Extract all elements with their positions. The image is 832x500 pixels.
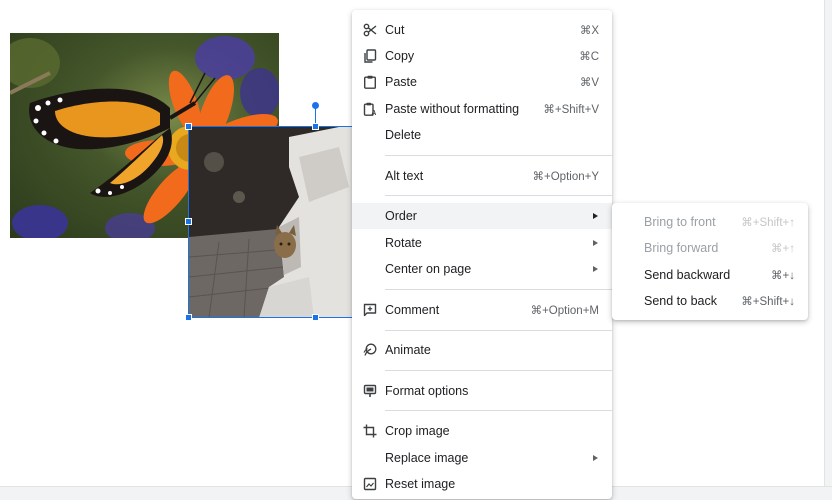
slide-edge xyxy=(824,0,832,486)
submenu-item-send-to-back[interactable]: Send to back ⌘+Shift+↓ xyxy=(612,288,808,314)
menu-item-label: Reset image xyxy=(385,477,456,491)
crop-icon xyxy=(362,423,378,439)
menu-item-label: Animate xyxy=(385,343,431,357)
cat-image[interactable] xyxy=(189,127,355,318)
paste-plain-icon: A xyxy=(362,101,378,117)
menu-item-shortcut: ⌘+Option+M xyxy=(530,305,599,317)
menu-item-label: Center on page xyxy=(385,262,472,276)
menu-item-label: Delete xyxy=(385,128,422,142)
submenu-item-label: Send to back xyxy=(644,294,717,308)
menu-item-center-on-page[interactable]: Center on page xyxy=(352,256,612,282)
menu-item-shortcut: ⌘+Option+Y xyxy=(532,171,599,183)
menu-separator xyxy=(385,330,612,331)
resize-handle-bottom[interactable] xyxy=(312,314,319,321)
menu-item-animate[interactable]: Animate xyxy=(352,337,612,363)
menu-item-reset-image[interactable]: Reset image xyxy=(352,471,612,497)
menu-item-label: Rotate xyxy=(385,236,422,250)
menu-item-replace-image[interactable]: Replace image xyxy=(352,445,612,471)
format-options-icon xyxy=(362,383,378,399)
resize-handle-bottom-left[interactable] xyxy=(185,314,192,321)
menu-item-copy[interactable]: Copy ⌘C xyxy=(352,43,612,69)
svg-text:A: A xyxy=(371,110,376,116)
menu-item-shortcut: ⌘X xyxy=(579,25,599,37)
menu-separator xyxy=(385,370,612,371)
order-submenu: Bring to front ⌘+Shift+↑ Bring forward ⌘… xyxy=(612,203,808,320)
submenu-item-shortcut: ⌘+Shift+↓ xyxy=(741,296,795,308)
menu-item-label: Replace image xyxy=(385,451,469,465)
menu-item-label: Alt text xyxy=(385,169,424,183)
clipboard-icon xyxy=(362,74,378,90)
menu-item-label: Crop image xyxy=(385,424,450,438)
menu-item-shortcut: ⌘+Shift+V xyxy=(543,104,599,116)
menu-item-alt-text[interactable]: Alt text ⌘+Option+Y xyxy=(352,163,612,189)
reset-image-icon xyxy=(362,476,378,492)
menu-item-rotate[interactable]: Rotate xyxy=(352,230,612,256)
menu-separator xyxy=(385,195,612,196)
submenu-item-bring-to-front[interactable]: Bring to front ⌘+Shift+↑ xyxy=(612,209,808,235)
context-menu: Cut ⌘X Copy ⌘C Paste ⌘V A Paste without … xyxy=(352,10,612,499)
submenu-item-shortcut: ⌘+↑ xyxy=(771,243,795,255)
menu-item-label: Comment xyxy=(385,303,440,317)
menu-item-label: Format options xyxy=(385,384,469,398)
resize-handle-left[interactable] xyxy=(185,218,192,225)
menu-item-delete[interactable]: Delete xyxy=(352,122,612,148)
submenu-item-label: Bring forward xyxy=(644,241,719,255)
menu-item-label: Paste xyxy=(385,75,417,89)
menu-separator xyxy=(385,155,612,156)
menu-item-shortcut: ⌘V xyxy=(579,77,599,89)
menu-item-label: Copy xyxy=(385,49,415,63)
menu-item-paste-without-formatting[interactable]: A Paste without formatting ⌘+Shift+V xyxy=(352,96,612,122)
menu-separator xyxy=(385,410,612,411)
resize-handle-top-left[interactable] xyxy=(185,123,192,130)
submenu-item-label: Bring to front xyxy=(644,215,716,229)
submenu-item-send-backward[interactable]: Send backward ⌘+↓ xyxy=(612,262,808,288)
comment-icon xyxy=(362,302,378,318)
cat-illustration xyxy=(189,127,355,318)
submenu-arrow-icon xyxy=(593,266,598,272)
submenu-item-label: Send backward xyxy=(644,268,731,282)
resize-handle-top[interactable] xyxy=(312,123,319,130)
menu-item-shortcut: ⌘C xyxy=(579,51,599,63)
animate-icon xyxy=(362,342,378,358)
menu-item-crop-image[interactable]: Crop image xyxy=(352,418,612,444)
menu-item-label: Cut xyxy=(385,23,405,37)
copy-icon xyxy=(362,48,378,64)
menu-item-cut[interactable]: Cut ⌘X xyxy=(352,17,612,43)
menu-item-label: Order xyxy=(385,209,417,223)
menu-separator xyxy=(385,289,612,290)
menu-item-label: Paste without formatting xyxy=(385,102,520,116)
submenu-item-shortcut: ⌘+↓ xyxy=(771,270,795,282)
submenu-arrow-icon xyxy=(593,213,598,219)
menu-item-comment[interactable]: Comment ⌘+Option+M xyxy=(352,297,612,323)
submenu-arrow-icon xyxy=(593,455,598,461)
scissors-icon xyxy=(362,22,378,38)
menu-item-format-options[interactable]: Format options xyxy=(352,378,612,404)
submenu-arrow-icon xyxy=(593,240,598,246)
submenu-item-shortcut: ⌘+Shift+↑ xyxy=(741,217,795,229)
rotate-handle[interactable] xyxy=(312,102,319,109)
menu-item-paste[interactable]: Paste ⌘V xyxy=(352,69,612,95)
menu-item-order[interactable]: Order xyxy=(352,203,612,229)
submenu-item-bring-forward[interactable]: Bring forward ⌘+↑ xyxy=(612,235,808,261)
